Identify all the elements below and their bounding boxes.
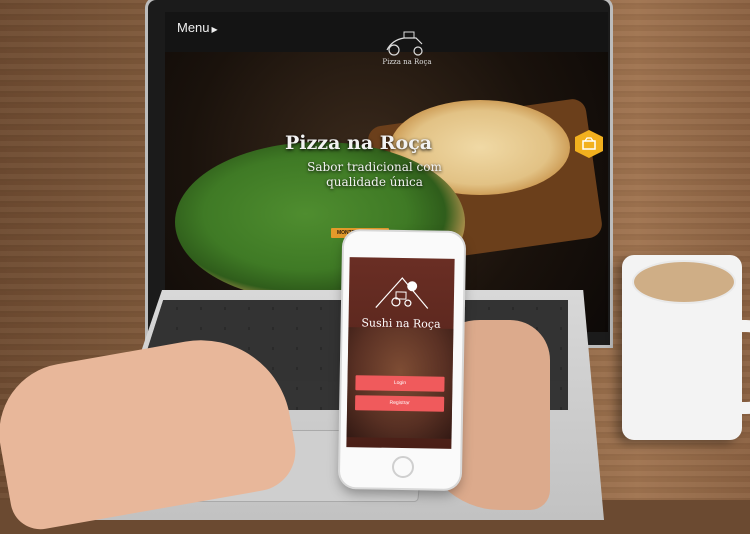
menu-button[interactable]: Menu ▶ <box>177 20 218 35</box>
coffee-surface <box>632 260 736 304</box>
hero-title: Pizza na Roça <box>285 132 433 154</box>
mountain-tractor-icon <box>374 277 428 309</box>
cart-icon[interactable] <box>575 130 603 158</box>
site-logo[interactable]: Pizza na Roça <box>375 30 439 76</box>
menu-label: Menu <box>177 20 210 35</box>
phone-screen: Sushi na Roça Login Registrar <box>346 257 455 449</box>
site-logo-text: Pizza na Roça <box>382 58 432 66</box>
login-button[interactable]: Login <box>355 375 445 392</box>
app-logo-text: Sushi na Roça <box>361 316 441 331</box>
tractor-icon <box>386 31 423 56</box>
hero-subtitle: Sabor tradicional com qualidade única <box>307 160 442 189</box>
register-button[interactable]: Registrar <box>354 395 445 412</box>
app-logo: Sushi na Roça <box>358 271 444 331</box>
mug-handle <box>734 320 750 414</box>
home-button[interactable] <box>392 456 414 478</box>
play-icon: ▶ <box>211 25 218 34</box>
